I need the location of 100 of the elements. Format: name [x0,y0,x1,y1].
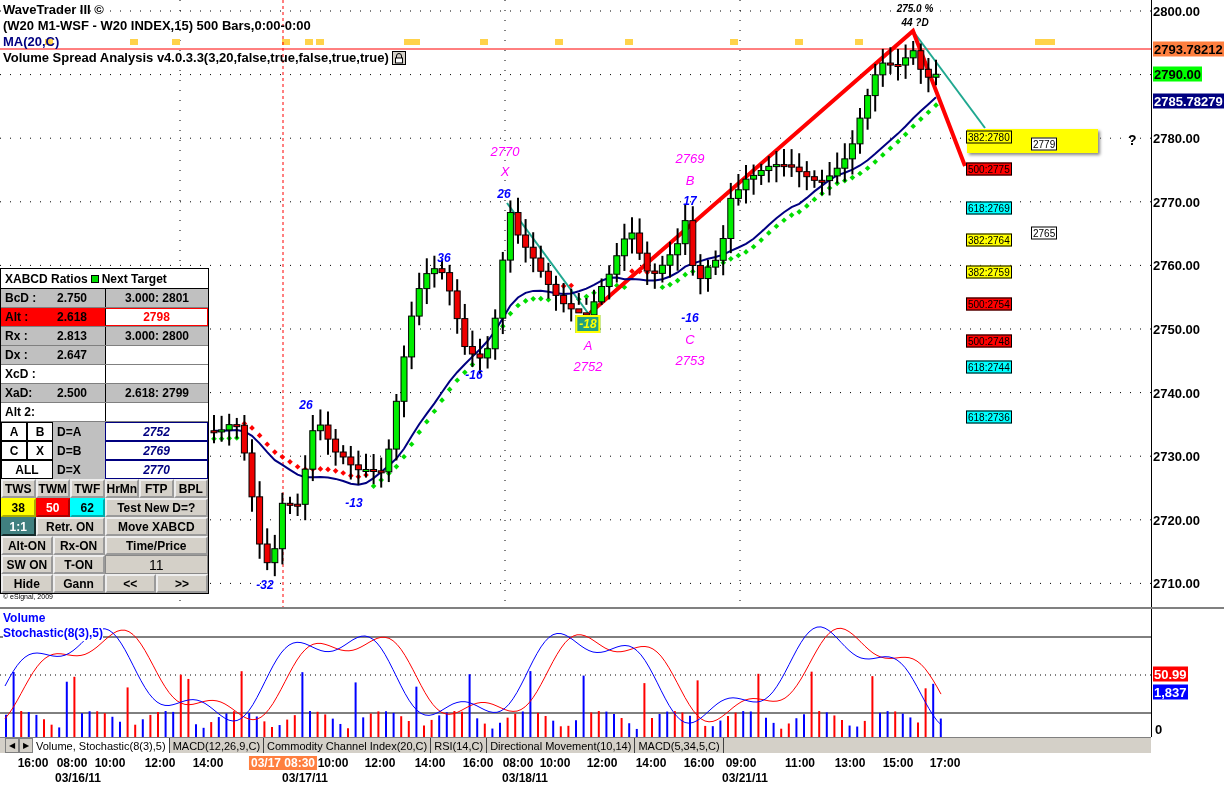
time-tick: 11:00 [785,756,815,770]
price-badge: 2793.78212 [1153,41,1224,57]
projection-tag: 2765 [1031,226,1058,240]
indicator-label: Stochastic(8(3),5) [3,626,104,641]
pattern-annotation: 275.0 % [896,2,934,14]
target-value: 2798 [105,308,208,326]
target-label: D=B [53,441,105,460]
point-key[interactable]: X [27,441,53,460]
price-badge: 2785.78279 [1153,93,1224,109]
panel-button[interactable]: TWM [35,479,70,498]
swing-count: 26 [299,398,313,412]
target-label: D=A [53,422,105,441]
panel-button[interactable]: BPL [173,479,208,498]
target-value: 3.000: 2801 [105,289,208,307]
fib-level-tag: 382:2764 [966,233,1012,247]
panel-button[interactable]: 62 [70,498,105,517]
fib-level-tag: 382:2780 [966,130,1012,144]
point-key[interactable]: ALL [1,460,53,479]
panel-button[interactable]: Gann [52,574,105,593]
panel-button[interactable]: Test New D=? [104,498,208,517]
panel-button[interactable]: Alt-ON [1,536,53,555]
indicator-tab[interactable]: Commodity Channel Index(20,C) [264,738,432,753]
projection-tag: 2779 [1031,137,1058,151]
scroll-button[interactable]: ▶ [19,738,33,753]
time-tick: 10:00 [317,756,349,770]
panel-button[interactable]: Hide [1,574,53,593]
panel-button[interactable]: HrMn [104,479,139,498]
time-tick: 12:00 [364,756,396,770]
panel-button[interactable]: T-ON [52,555,105,574]
value-badge: 50.99 [1153,666,1188,682]
date-tick: 03/17/11 [281,771,329,785]
scroll-button[interactable]: ◀ [5,738,19,753]
panel-title: XABCD Ratios [5,271,88,286]
point-key[interactable]: B [27,422,53,441]
fib-level-tag: 500:2754 [966,297,1012,311]
fib-level-tag: 618:2744 [966,360,1012,374]
price-tick: 2770.00 [1153,194,1200,210]
app-title: WaveTrader III © [3,2,105,18]
question-mark: ? [1128,132,1137,148]
fib-level-tag: 618:2736 [966,410,1012,424]
ratio-label: Dx : [1,346,53,364]
panel-button[interactable]: 50 [35,498,70,517]
panel-button[interactable]: SW ON [1,555,53,574]
time-tick: 10:00 [94,756,126,770]
panel-button[interactable]: TWF [70,479,105,498]
swing-count: -16 [681,311,699,325]
pivot-label: X [500,163,510,179]
time-tick: 08:00 [56,756,88,770]
indicator-tab[interactable]: Volume, Stochastic(8(3),5) [33,738,170,753]
time-tick: 16:00 [462,756,494,770]
panel-button[interactable]: Move XABCD [104,517,208,536]
time-tick: 17:00 [929,756,961,770]
panel-button[interactable]: >> [156,574,208,593]
price-tick: 2730.00 [1153,448,1200,464]
point-key[interactable]: C [1,441,27,460]
ratio-value: 2.647 [53,346,105,364]
pivot-label: 2753 [675,352,705,368]
value-readout: 11 [104,555,208,574]
target-price: 2769 [105,441,208,460]
pivot-label: C [685,331,695,347]
panel-button[interactable]: FTP [139,479,174,498]
swing-count: 36 [437,251,451,265]
target-label: D=X [53,460,105,479]
time-tick: 12:00 [586,756,618,770]
time-tick: 14:00 [414,756,446,770]
target-price: 2752 [105,422,208,441]
price-tick: 2740.00 [1153,385,1200,401]
target-value: 2.618: 2799 [105,384,208,402]
price-tick: 2710.00 [1153,575,1200,591]
time-tick: 14:00 [635,756,667,770]
panel-button[interactable]: Time/Price [104,536,208,555]
point-key[interactable]: A [1,422,27,441]
ratio-label: Alt 2: [4,404,36,421]
ratio-label: Rx : [1,327,53,345]
panel-button[interactable]: 38 [1,498,36,517]
time-tick: 10:00 [539,756,571,770]
fib-level-tag: 500:2748 [966,334,1012,348]
panel-button[interactable]: TWS [1,479,36,498]
swing-count: -16 [465,368,483,382]
ratio-value: 2.500 [53,384,105,402]
pivot-label: A [583,337,593,353]
price-tick: 2800.00 [1153,3,1200,19]
pattern-annotation: 44 ?D [901,16,929,28]
pivot-label: 2769 [675,150,705,166]
lock-icon[interactable] [391,51,406,65]
study-label: Volume Spread Analysis v4.0.3.3(3,20,false,true,false,true,true) [3,50,389,66]
price-tick: 2720.00 [1153,512,1200,528]
price-tick: 2750.00 [1153,321,1200,337]
price-badge: 2790.00 [1153,66,1202,82]
fib-level-tag: 382:2759 [966,265,1012,279]
panel-button[interactable]: 1:1 [1,517,36,536]
time-tick: 14:00 [192,756,224,770]
indicator-label: MA(20,C) [3,34,61,50]
time-tick: 16:00 [683,756,715,770]
panel-button[interactable]: Rx-ON [52,536,105,555]
panel-button[interactable]: Retr. ON [35,517,105,536]
swing-count: 26 [497,187,511,201]
panel-button[interactable]: << [104,574,157,593]
time-tick: 13:00 [834,756,866,770]
pivot-label: B [685,172,695,188]
